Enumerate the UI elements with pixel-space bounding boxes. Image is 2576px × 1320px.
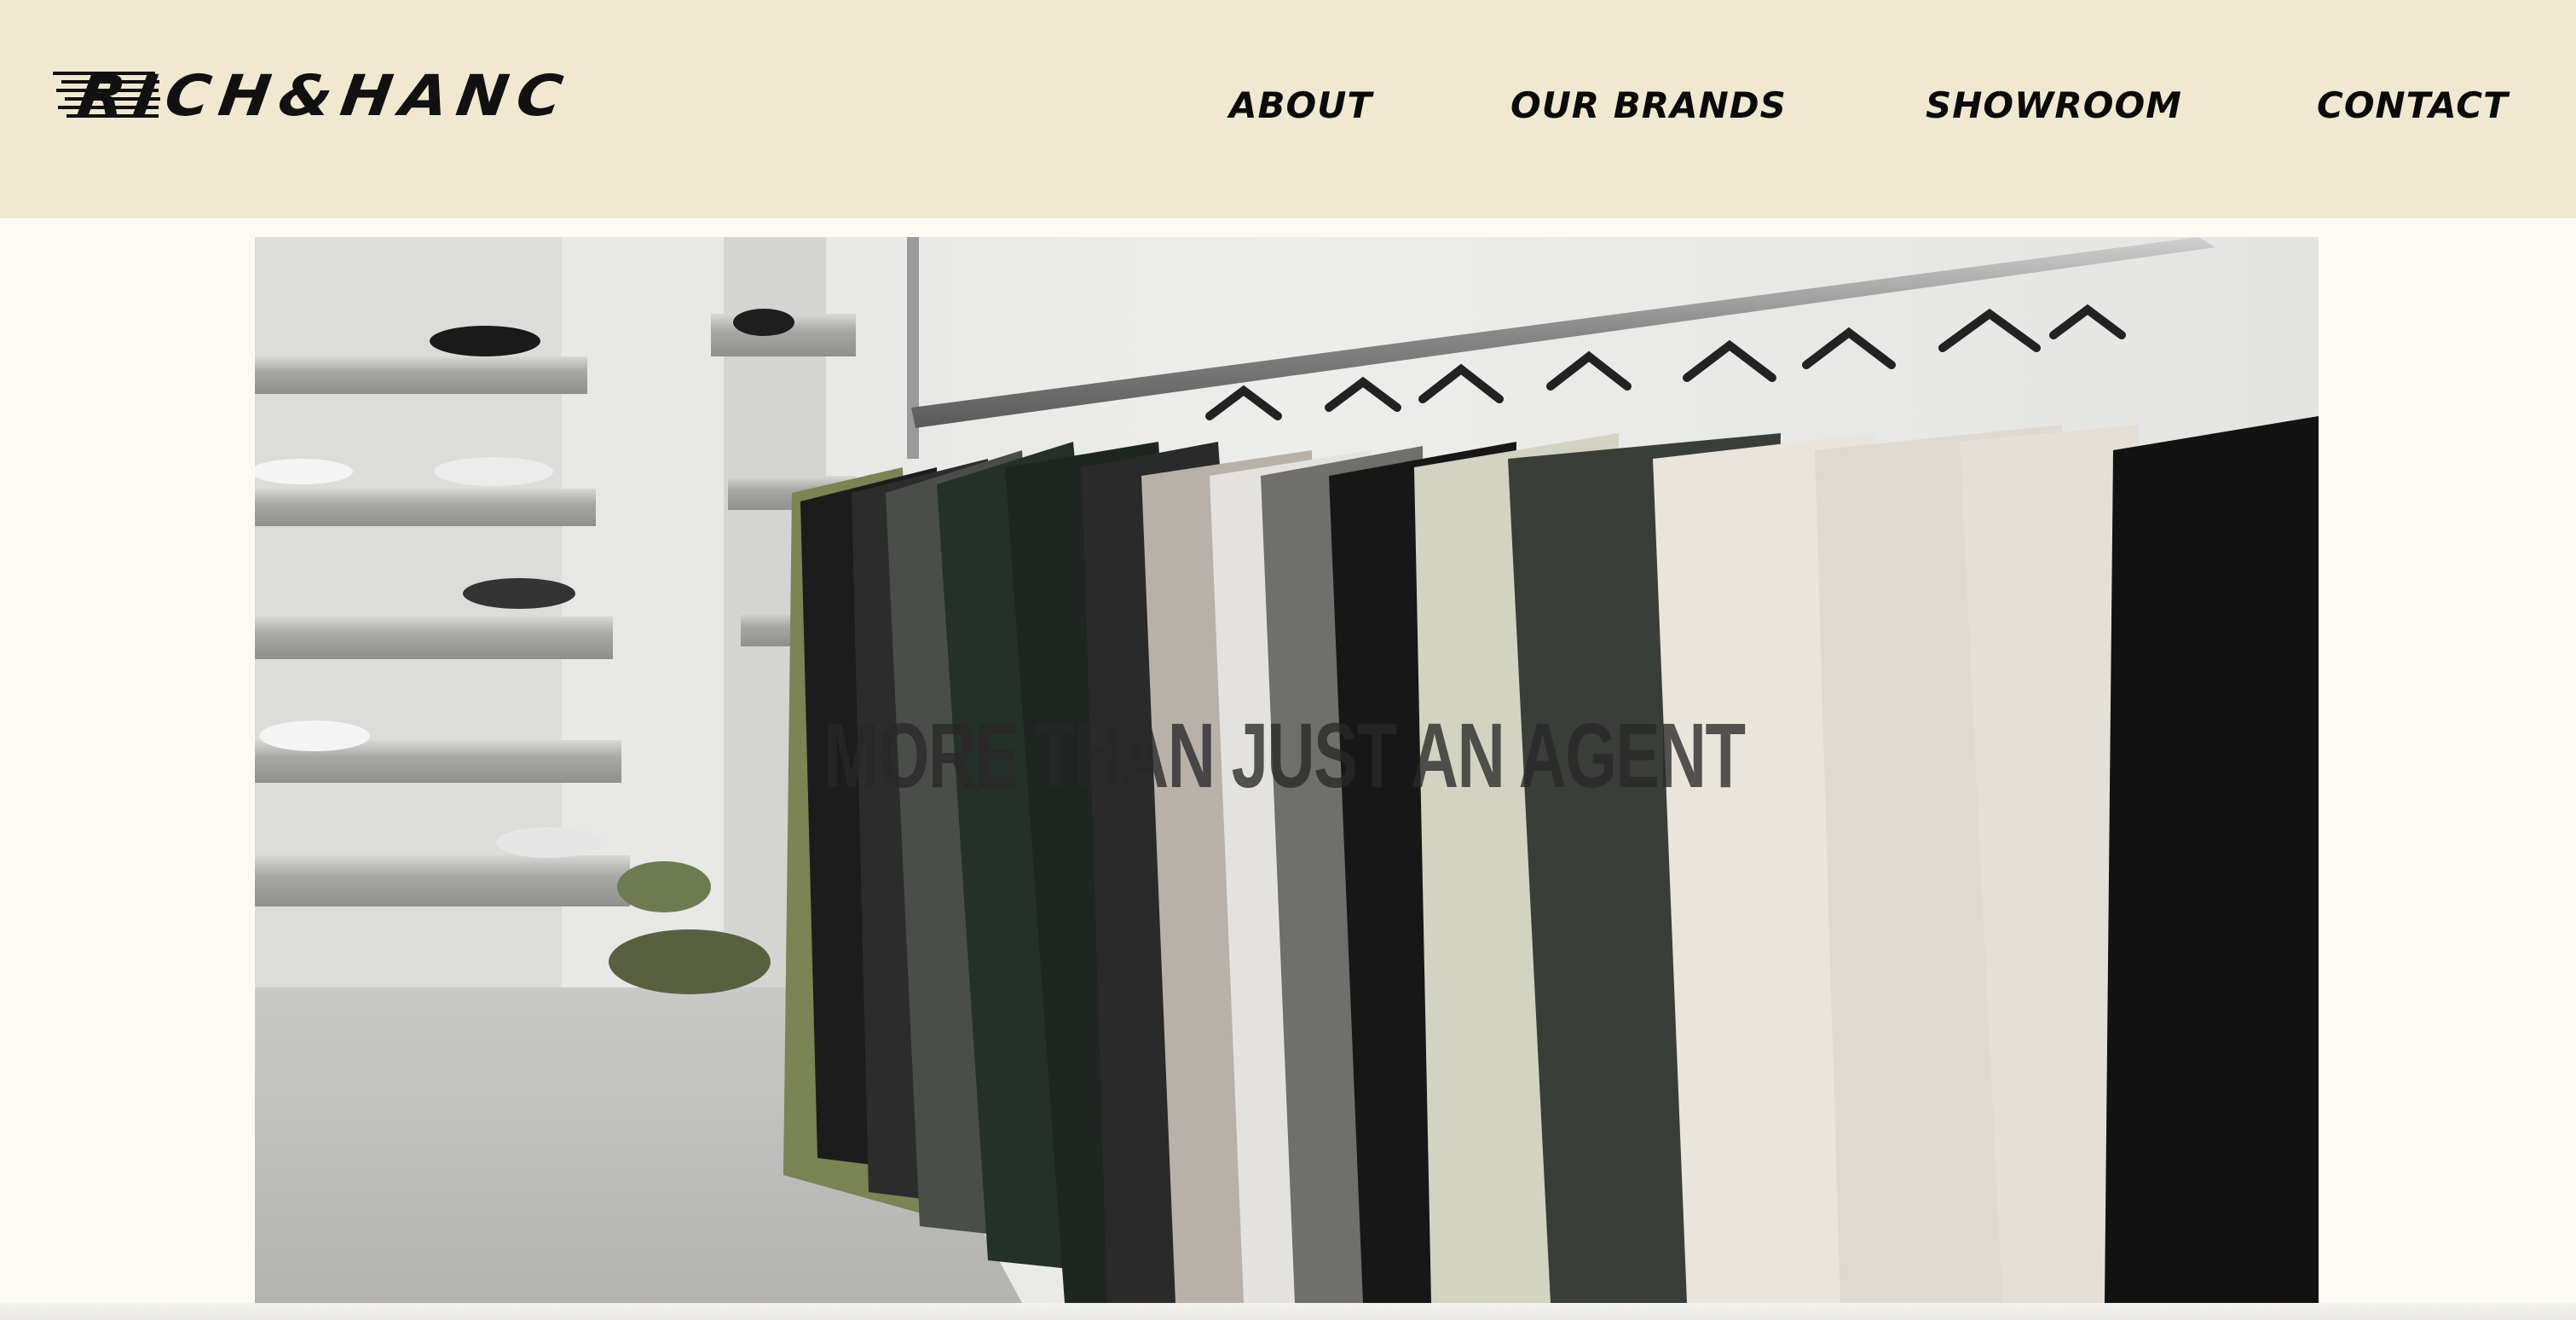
- logo-wordmark: RICH&HANC: [73, 62, 575, 129]
- nav-our-brands[interactable]: OUR BRANDS: [1510, 80, 1787, 131]
- page-bottom-edge: [0, 1303, 2576, 1320]
- site-header: RICH&HANC ABOUT OUR BRANDS SHOWROOM CONT…: [0, 0, 2576, 218]
- hero-headline: MORE THAN JUST AN AGENT: [823, 703, 1746, 807]
- nav-contact[interactable]: CONTACT: [2317, 80, 2509, 131]
- nav-about[interactable]: ABOUT: [1229, 80, 1372, 131]
- hero-banner: MORE THAN JUST AN AGENT: [255, 237, 2319, 1303]
- garment-rack: [783, 416, 2319, 1303]
- nav-showroom[interactable]: SHOWROOM: [1926, 80, 2182, 131]
- site-logo[interactable]: RICH&HANC: [53, 60, 575, 131]
